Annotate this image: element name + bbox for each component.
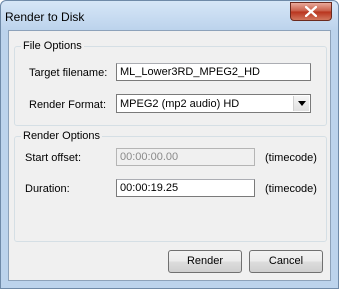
start-offset-input <box>116 148 255 166</box>
dialog-body: File Options Target filename: Render For… <box>8 30 331 281</box>
start-offset-unit: (timecode) <box>265 152 317 164</box>
close-button[interactable] <box>290 2 332 21</box>
duration-label: Duration: <box>25 183 70 195</box>
render-dialog: Render to Disk File Options Target filen… <box>0 0 339 289</box>
duration-unit: (timecode) <box>265 183 317 195</box>
start-offset-label: Start offset: <box>25 152 82 164</box>
render-format-dropdown-button[interactable] <box>293 96 309 111</box>
window-title: Render to Disk <box>5 10 85 24</box>
title-bar[interactable]: Render to Disk <box>1 1 338 30</box>
target-filename-label: Target filename: <box>29 67 108 79</box>
render-format-label: Render Format: <box>29 99 107 111</box>
render-format-select[interactable]: MPEG2 (mp2 audio) HD <box>116 94 311 113</box>
render-format-value: MPEG2 (mp2 audio) HD <box>120 98 240 110</box>
file-options-legend: File Options <box>21 40 84 52</box>
render-options-legend: Render Options <box>21 130 103 142</box>
cancel-button[interactable]: Cancel <box>249 250 323 273</box>
duration-input[interactable] <box>116 179 255 197</box>
render-options-group: Render Options Start offset: (timecode) … <box>14 130 327 242</box>
close-icon <box>305 6 317 17</box>
render-button[interactable]: Render <box>168 250 242 273</box>
file-options-group: File Options Target filename: Render For… <box>14 40 327 126</box>
chevron-down-icon <box>298 101 306 106</box>
target-filename-input[interactable] <box>116 63 311 81</box>
